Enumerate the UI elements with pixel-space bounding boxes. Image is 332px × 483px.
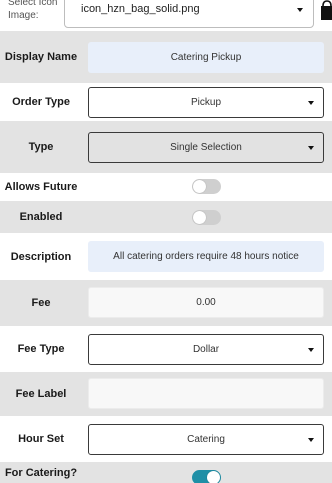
display-name-row: Display Name Catering Pickup: [0, 31, 332, 83]
for-catering-label: For Catering?: [4, 466, 78, 479]
order-type-select[interactable]: Pickup: [88, 87, 324, 118]
type-value: Single Selection: [170, 142, 242, 153]
allows-future-toggle[interactable]: [192, 179, 221, 194]
allows-future-label: Allows Future: [4, 181, 78, 193]
for-catering-row: For Catering?: [0, 462, 332, 483]
fee-label-input[interactable]: [88, 378, 324, 409]
display-name-label: Display Name: [4, 51, 78, 63]
description-input[interactable]: All catering orders require 48 hours not…: [88, 241, 324, 272]
toggle-knob: [193, 211, 206, 224]
fee-label-label: Fee Label: [15, 388, 67, 400]
hour-set-label: Hour Set: [18, 433, 64, 445]
hour-set-select[interactable]: Catering: [88, 424, 324, 455]
bag-icon: [321, 0, 332, 20]
type-row: Type Single Selection: [0, 121, 332, 173]
chevron-down-icon: [308, 348, 314, 352]
fee-input[interactable]: 0.00: [88, 287, 324, 318]
toggle-knob: [193, 180, 206, 193]
type-label: Type: [28, 141, 54, 153]
type-select[interactable]: Single Selection: [88, 132, 324, 163]
chevron-down-icon: [297, 8, 303, 12]
order-type-row: Order Type Pickup: [0, 83, 332, 121]
chevron-down-icon: [308, 146, 314, 150]
fee-type-row: Fee Type Dollar: [0, 326, 332, 372]
chevron-down-icon: [308, 101, 314, 105]
hour-set-value: Catering: [187, 434, 225, 445]
fee-type-value: Dollar: [192, 344, 220, 355]
toggle-knob: [207, 471, 220, 483]
description-label: Description: [10, 250, 72, 263]
for-catering-toggle[interactable]: [192, 470, 221, 483]
icon-picker-row: Select Icon Image: icon_hzn_bag_solid.pn…: [0, 0, 332, 31]
fee-label: Fee: [31, 297, 51, 309]
enabled-toggle[interactable]: [192, 210, 221, 225]
order-type-value: Pickup: [190, 97, 221, 108]
order-type-label: Order Type: [12, 96, 70, 108]
fee-type-select[interactable]: Dollar: [88, 334, 324, 365]
fee-type-label: Fee Type: [17, 343, 65, 355]
chevron-down-icon: [308, 438, 314, 442]
icon-image-select-value: icon_hzn_bag_solid.png: [81, 3, 200, 15]
icon-image-select[interactable]: icon_hzn_bag_solid.png: [64, 0, 314, 28]
fee-row: Fee 0.00: [0, 280, 332, 326]
icon-picker-label: Select Icon Image:: [8, 0, 58, 21]
enabled-row: Enabled: [0, 201, 332, 233]
hour-set-row: Hour Set Catering: [0, 416, 332, 462]
fee-label-row: Fee Label: [0, 372, 332, 416]
allows-future-row: Allows Future: [0, 173, 332, 201]
description-row: Description All catering orders require …: [0, 233, 332, 280]
enabled-label: Enabled: [19, 211, 63, 223]
display-name-input[interactable]: Catering Pickup: [88, 42, 324, 73]
